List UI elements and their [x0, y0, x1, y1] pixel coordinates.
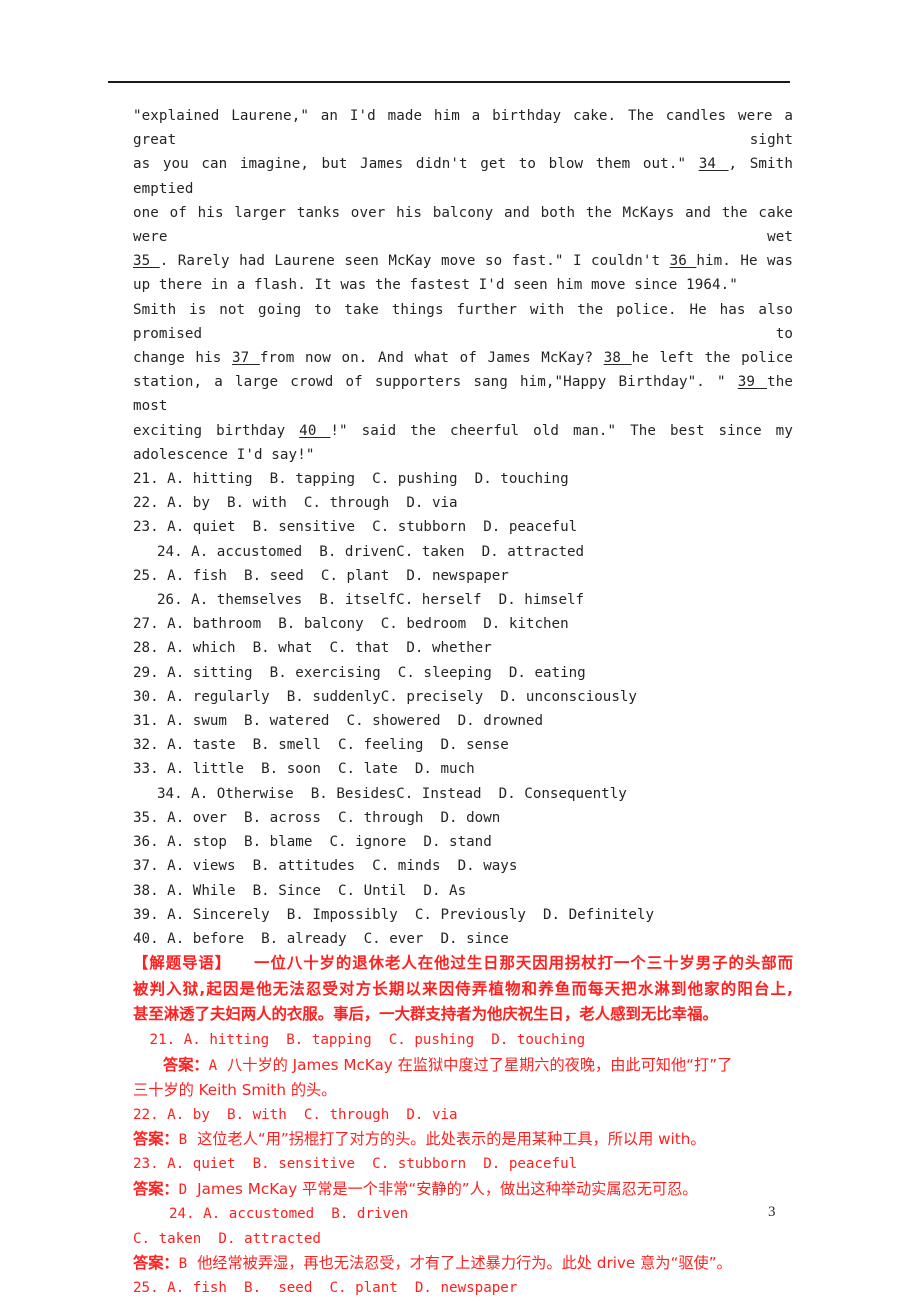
passage-line-7-text-c: he left the police	[631, 350, 793, 367]
answer-letter-1: B	[178, 1131, 188, 1148]
option-line-31: 31. A. swum B. watered C. showered D. dr…	[133, 713, 543, 730]
option-line-28: 28. A. which B. what C. that D. whether	[133, 640, 492, 657]
option-line-24: 24. A. accustomed B. drivenC. taken D. a…	[157, 543, 585, 560]
analysis-answer-cont-0: 三十岁的 Keith Smith 的头。	[133, 1081, 337, 1100]
analysis-question-cont-3: C. taken D. attracted	[133, 1230, 321, 1247]
passage-line-8: station, a large crowd of supporters san…	[133, 370, 793, 418]
passage-line-3: one of his larger tanks over his balcony…	[133, 204, 793, 246]
option-line-33: 33. A. little B. soon C. late D. much	[133, 761, 475, 778]
guide-line-1-text: 一位八十岁的退休老人在他过生日那天因用拐杖打一个三十岁男子的头部而	[253, 954, 793, 973]
passage-line-7: change his 37 from now on. And what of J…	[133, 346, 793, 370]
answer-label-3: 答案：	[133, 1253, 179, 1272]
passage-line-7-text-b: from now on. And what of James McKay?	[259, 350, 594, 367]
page-body: "explained Laurene," an I'd made him a b…	[133, 104, 793, 1301]
analysis-answer-0: 答案：A 八十岁的 James McKay 在监狱中度过了星期六的夜晚，由此可知他…	[133, 1053, 793, 1078]
passage-line-10: adolescence I'd say!"	[133, 446, 315, 463]
analysis-question-4: 25. A. fish B. seed C. plant D. newspape…	[133, 1280, 518, 1297]
guide-block: 【解题导语】 一位八十岁的退休老人在他过生日那天因用拐杖打一个三十岁男子的头部而 …	[133, 951, 793, 1027]
passage-line-2: as you can imagine, but James didn't get…	[133, 152, 793, 200]
option-line-23: 23. A. quiet B. sensitive C. stubborn D.…	[133, 519, 578, 536]
option-line-32: 32. A. taste B. smell C. feeling D. sens…	[133, 737, 509, 754]
option-line-26: 26. A. themselves B. itselfC. herself D.…	[157, 592, 585, 609]
passage-line-4: 35 . Rarely had Laurene seen McKay move …	[133, 249, 793, 273]
answer-explain-2: James McKay 平常是一个非常“安静的”人，做出这种举动实属忍无可忍。	[197, 1179, 698, 1198]
passage-line-9-text-a: exciting birthday	[133, 422, 286, 439]
analysis-question-3: 24. A. accustomed B. driven	[169, 1206, 409, 1223]
option-line-35: 35. A. over B. across C. through D. down	[133, 809, 501, 826]
option-line-38: 38. A. While B. Since C. Until D. As	[133, 882, 467, 899]
option-line-39: 39. A. Sincerely B. Impossibly C. Previo…	[133, 906, 655, 923]
answer-label-0: 答案：	[163, 1055, 209, 1074]
answer-label-1: 答案：	[133, 1129, 179, 1148]
guide-line-1: 【解题导语】 一位八十岁的退休老人在他过生日那天因用拐杖打一个三十岁男子的头部而	[133, 951, 793, 976]
blank-35: 35	[133, 253, 160, 270]
option-line-29: 29. A. sitting B. exercising C. sleeping…	[133, 664, 586, 681]
option-line-34: 34. A. Otherwise B. BesidesC. Instead D.…	[157, 785, 627, 802]
passage-line-7-text-a: change his	[133, 350, 222, 367]
answer-explain-3: 他经常被弄湿，再也无法忍受，才有了上述暴力行为。此处 drive 意为“驱使”。	[197, 1253, 732, 1272]
blank-38: 38	[603, 350, 632, 367]
answer-letter-0: A	[208, 1057, 218, 1074]
option-line-27: 27. A. bathroom B. balcony C. bedroom D.…	[133, 616, 569, 633]
analysis-question-2: 23. A. quiet B. sensitive C. stubborn D.…	[133, 1156, 578, 1173]
passage-line-6: Smith is not going to take things furthe…	[133, 301, 793, 342]
blank-37: 37	[231, 350, 260, 367]
option-line-40: 40. A. before B. already C. ever D. sinc…	[133, 930, 509, 947]
passage-line-4-text-a: . Rarely had Laurene seen McKay move so …	[159, 253, 661, 270]
blank-34: 34	[698, 156, 729, 173]
passage-line-2-text-a: as you can imagine, but James didn't get…	[133, 156, 687, 173]
document-page: "explained Laurene," an I'd made him a b…	[0, 0, 920, 1302]
options-list: 21. A. hitting B. tapping C. pushing D. …	[133, 467, 793, 951]
option-line-36: 36. A. stop B. blame C. ignore D. stand	[133, 834, 492, 851]
analysis-question-0: 21. A. hitting B. tapping C. pushing D. …	[141, 1032, 586, 1049]
analysis-answer-2: 答案：D James McKay 平常是一个非常“安静的”人，做出这种举动实属忍无…	[133, 1177, 793, 1202]
passage-line-1: "explained Laurene," an I'd made him a b…	[133, 108, 793, 149]
option-line-30: 30. A. regularly B. suddenlyC. precisely…	[133, 688, 637, 705]
blank-40: 40	[299, 422, 331, 439]
passage-line-5: up there in a flash. It was the fastest …	[133, 277, 738, 294]
option-line-25: 25. A. fish B. seed C. plant D. newspape…	[133, 567, 509, 584]
analysis-list: 21. A. hitting B. tapping C. pushing D. …	[133, 1028, 793, 1300]
analysis-answer-1: 答案：B 这位老人“用”拐棍打了对方的头。此处表示的是用某种工具，所以用 with…	[133, 1127, 793, 1152]
passage-line-9: exciting birthday 40 !" said the cheerfu…	[133, 419, 793, 443]
blank-36: 36	[669, 253, 697, 270]
answer-explain-1: 这位老人“用”拐棍打了对方的头。此处表示的是用某种工具，所以用 with。	[197, 1129, 706, 1148]
option-line-37: 37. A. views B. attitudes C. minds D. wa…	[133, 858, 518, 875]
guide-line-3: 甚至淋透了夫妇两人的衣服。事后，一大群支持者为他庆祝生日，老人感到无比幸福。	[133, 1004, 718, 1023]
guide-tag: 【解题导语】	[133, 954, 232, 973]
answer-letter-2: D	[178, 1181, 188, 1198]
guide-line-2: 被判入狱,起因是他无法忍受对方长期以来因侍弄植物和养鱼而每天把水淋到他家的阳台上…	[133, 979, 793, 998]
analysis-answer-3: 答案：B 他经常被弄湿，再也无法忍受，才有了上述暴力行为。此处 drive 意为“…	[133, 1251, 793, 1276]
analysis-question-1: 22. A. by B. with C. through D. via	[133, 1106, 458, 1123]
answer-explain-0: 八十岁的 James McKay 在监狱中度过了星期六的夜晚，由此可知他“打”了	[227, 1055, 733, 1074]
header-rule	[108, 81, 790, 83]
option-line-21: 21. A. hitting B. tapping C. pushing D. …	[133, 471, 569, 488]
page-number: 3	[768, 1204, 776, 1220]
answer-letter-3: B	[178, 1255, 188, 1272]
option-line-22: 22. A. by B. with C. through D. via	[133, 495, 458, 512]
passage-line-9-text-b: !" said the cheerful old man." The best …	[330, 422, 793, 439]
passage-line-4-text-b: him. He was	[696, 253, 793, 270]
cloze-passage: "explained Laurene," an I'd made him a b…	[133, 104, 793, 467]
blank-39: 39	[737, 374, 768, 391]
passage-line-8-text-a: station, a large crowd of supporters san…	[133, 374, 726, 391]
answer-label-2: 答案：	[133, 1179, 179, 1198]
